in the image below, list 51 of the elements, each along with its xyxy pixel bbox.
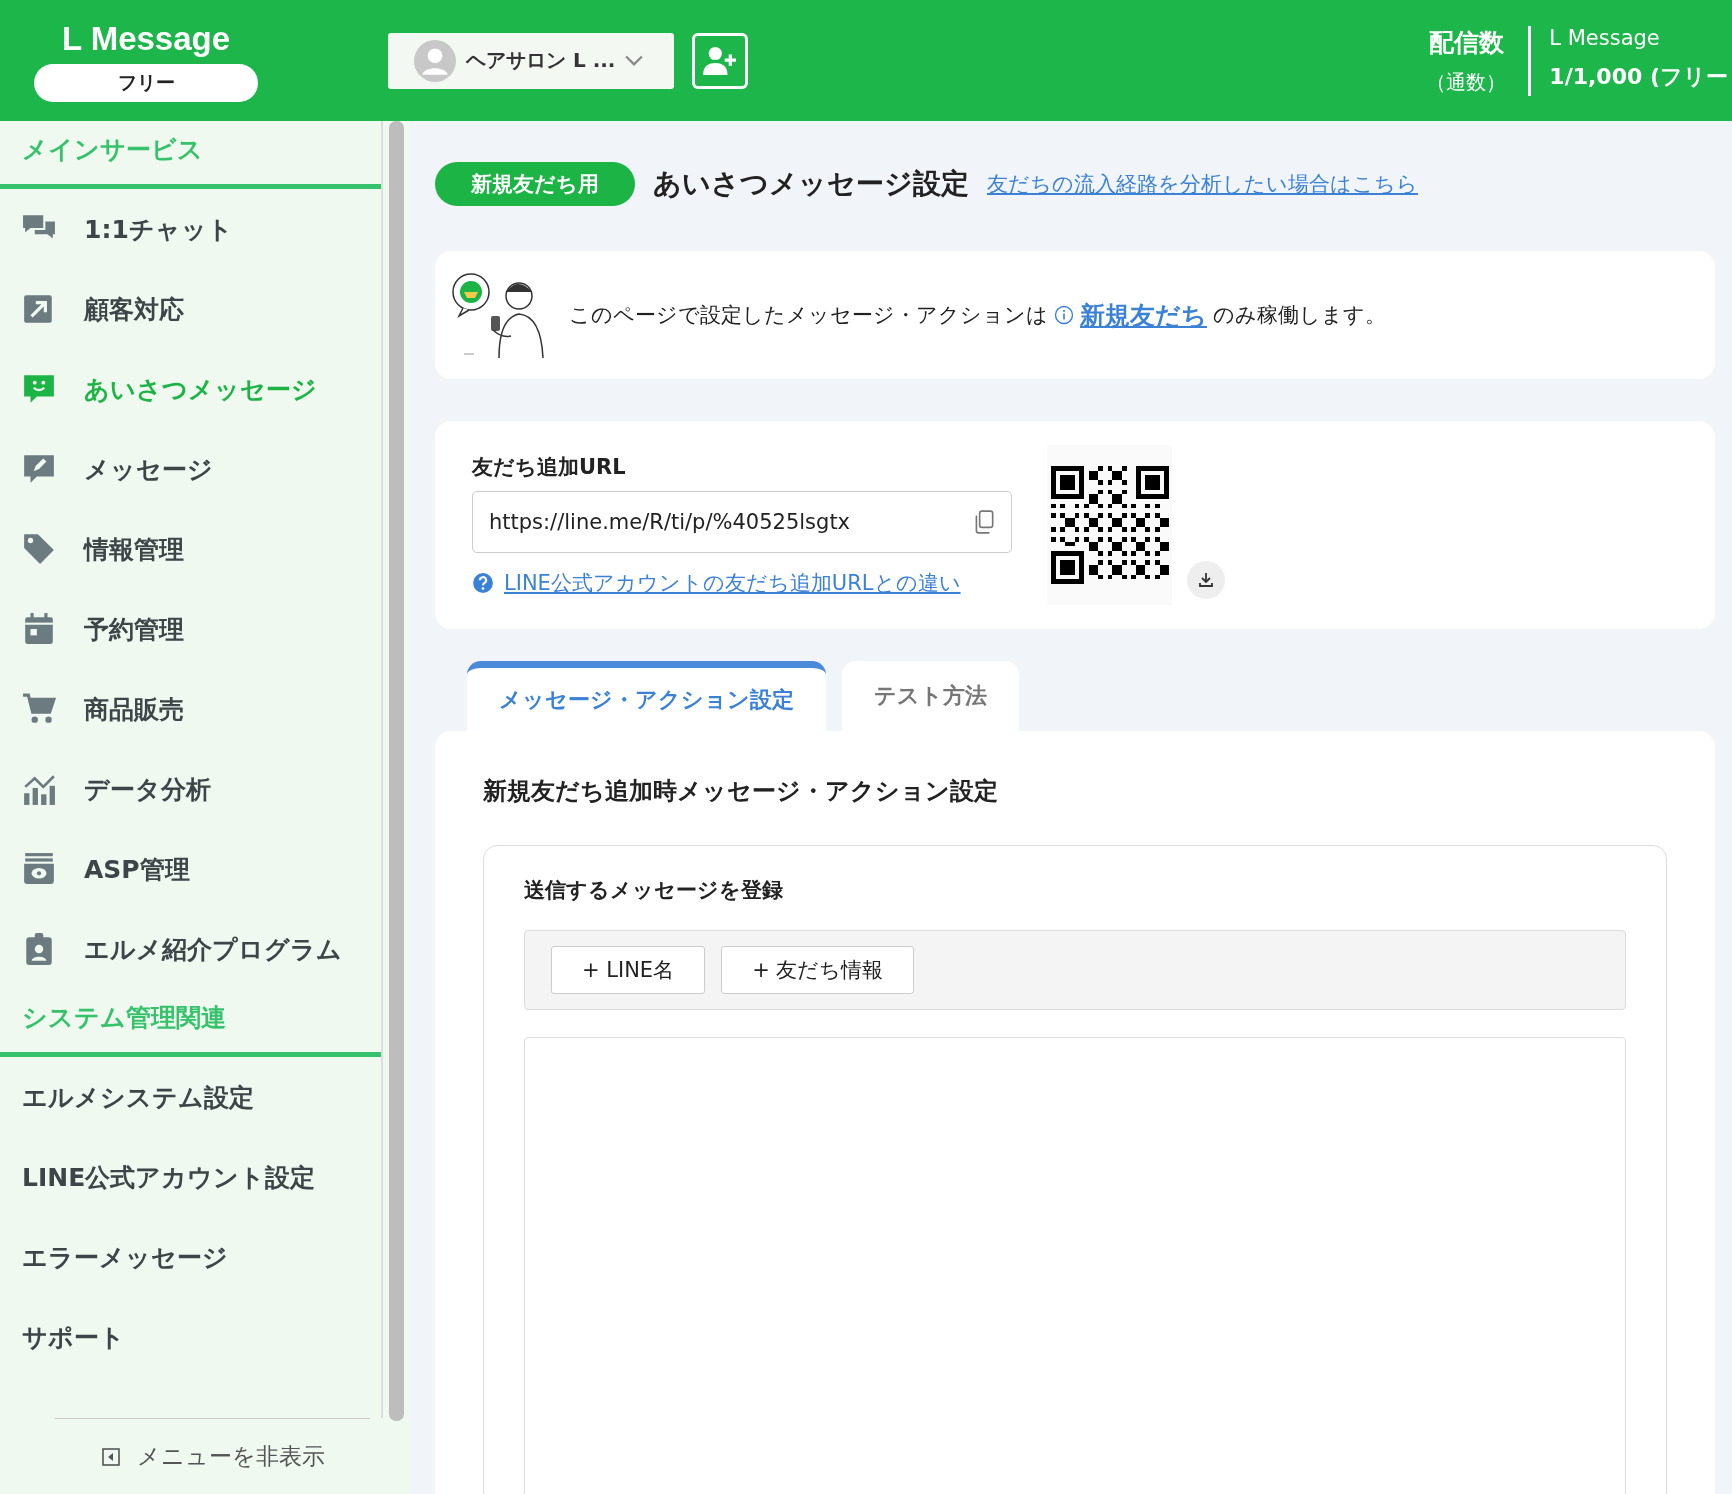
- add-friend-button[interactable]: [692, 32, 748, 89]
- delivery-unit-label: （通数）: [1426, 68, 1507, 96]
- copy-icon[interactable]: [973, 509, 995, 535]
- panel-title: 新規友だち追加時メッセージ・アクション設定: [483, 776, 999, 807]
- sidebar-item[interactable]: メッセージ: [0, 429, 381, 509]
- notice-text: このページで設定したメッセージ・アクションは 新規友だち のみ稼働します。: [569, 298, 1386, 332]
- new-friend-badge: 新規友だち用: [435, 162, 635, 206]
- sidebar-item[interactable]: エラーメッセージ: [0, 1217, 381, 1297]
- sidebar-item[interactable]: 1:1チャット: [0, 189, 381, 269]
- sidebar-item[interactable]: ASP管理: [0, 829, 381, 909]
- sidebar-item[interactable]: 情報管理: [0, 509, 381, 589]
- new-friend-link[interactable]: 新規友だち: [1080, 298, 1207, 332]
- sidebar-item[interactable]: エルメシステム設定: [0, 1057, 381, 1137]
- tab[interactable]: メッセージ・アクション設定: [467, 661, 826, 731]
- avatar-icon: [414, 39, 456, 82]
- analysis-link[interactable]: 友だちの流入経路を分析したい場合はこちら: [987, 170, 1418, 198]
- sidebar-item[interactable]: データ分析: [0, 749, 381, 829]
- friend-url-label: 友だち追加URL: [472, 454, 627, 481]
- scrollbar[interactable]: [389, 121, 404, 1421]
- tag-icon: [22, 532, 56, 566]
- url-difference-link[interactable]: LINE公式アカウントの友だち追加URLとの違い: [504, 569, 961, 597]
- chevron-down-icon: [625, 54, 644, 67]
- logo-text: L Message: [61, 19, 231, 58]
- delivery-count-label: 配信数: [1427, 26, 1505, 59]
- download-icon: [1196, 570, 1216, 590]
- sidebar-item[interactable]: サポート: [0, 1297, 381, 1377]
- insert-variable-button[interactable]: + 友だち情報: [721, 946, 915, 994]
- sidebar-section-title: メインサービス: [0, 121, 381, 189]
- tab[interactable]: テスト方法: [842, 661, 1019, 731]
- collapse-icon: [100, 1446, 121, 1467]
- sidebar-item[interactable]: LINE公式アカウント設定: [0, 1137, 381, 1217]
- page-title: あいさつメッセージ設定: [653, 166, 969, 202]
- insert-variable-button[interactable]: + LINE名: [551, 946, 706, 994]
- calendar-icon: [22, 612, 56, 646]
- stack-icon: [22, 852, 56, 886]
- friend-url-field[interactable]: https://line.me/R/ti/p/%40525lsgtx: [472, 491, 1012, 553]
- add-person-icon: [701, 44, 739, 77]
- delivery-count: 1/1,000 (フリー: [1549, 62, 1728, 91]
- cart-icon: [22, 692, 56, 726]
- sidebar-item[interactable]: 予約管理: [0, 589, 381, 669]
- sidebar-item[interactable]: 顧客対応: [0, 269, 381, 349]
- help-icon: [472, 572, 494, 594]
- account-selector[interactable]: ヘアサロン L ...: [388, 32, 674, 89]
- service-name: L Message: [1549, 25, 1661, 50]
- sidebar-section-title: システム管理関連: [0, 989, 381, 1057]
- sidebar-item[interactable]: エルメ紹介プログラム: [0, 909, 381, 989]
- sidebar-item[interactable]: 商品販売: [0, 669, 381, 749]
- info-icon: [1054, 305, 1074, 325]
- download-button[interactable]: [1187, 561, 1225, 599]
- message-box-title: 送信するメッセージを登録: [524, 877, 784, 904]
- plan-badge: フリー: [34, 63, 258, 102]
